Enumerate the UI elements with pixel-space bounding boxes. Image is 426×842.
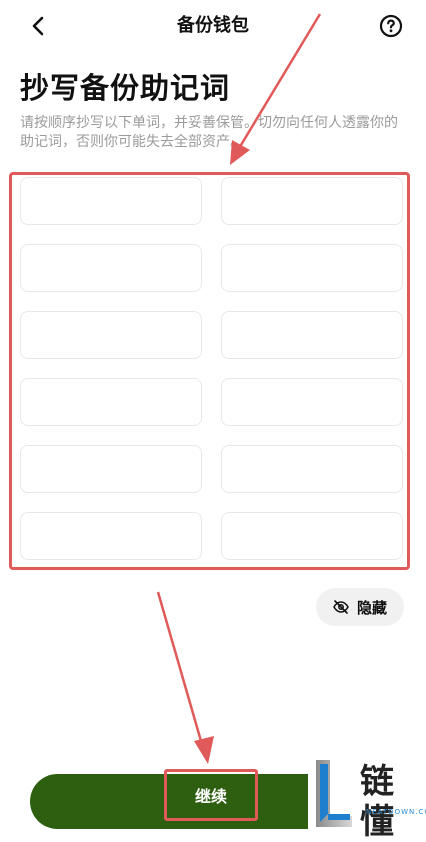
watermark-text: 链懂 [360,762,395,842]
word-slot [20,445,202,493]
word-slot [221,311,403,359]
word-slot [20,244,202,292]
word-slot [20,311,202,359]
eye-off-icon [333,600,349,614]
arrow-head-bottom [194,736,214,764]
header: 备份钱包 [0,0,426,52]
word-slot [221,177,403,225]
hide-button[interactable]: 隐藏 [316,588,404,626]
word-slot [20,378,202,426]
page-title: 抄写备份助记词 [20,71,231,105]
logo-l-icon [316,760,352,827]
watermark-subtext: NEATDOWN.COM [366,808,426,816]
continue-button-label: 继续 [194,787,227,806]
word-slot [221,378,403,426]
question-circle-icon [379,14,403,38]
annotation-continue-box[interactable]: 继续 [164,769,258,821]
word-slot [221,445,403,493]
word-slot [221,512,403,560]
watermark-logo: 链懂 NEATDOWN.COM [308,758,426,842]
annotation-highlight-box [9,172,410,570]
word-slot [221,244,403,292]
header-title: 备份钱包 [177,15,249,36]
hide-button-label: 隐藏 [356,598,387,617]
word-slot [20,512,202,560]
help-button[interactable] [379,14,403,38]
word-slot [20,177,202,225]
page-description: 请按顺序抄写以下单词，并妥善保管。切勿向任何人透露你的助记词，否则你可能失去全部… [20,115,398,150]
